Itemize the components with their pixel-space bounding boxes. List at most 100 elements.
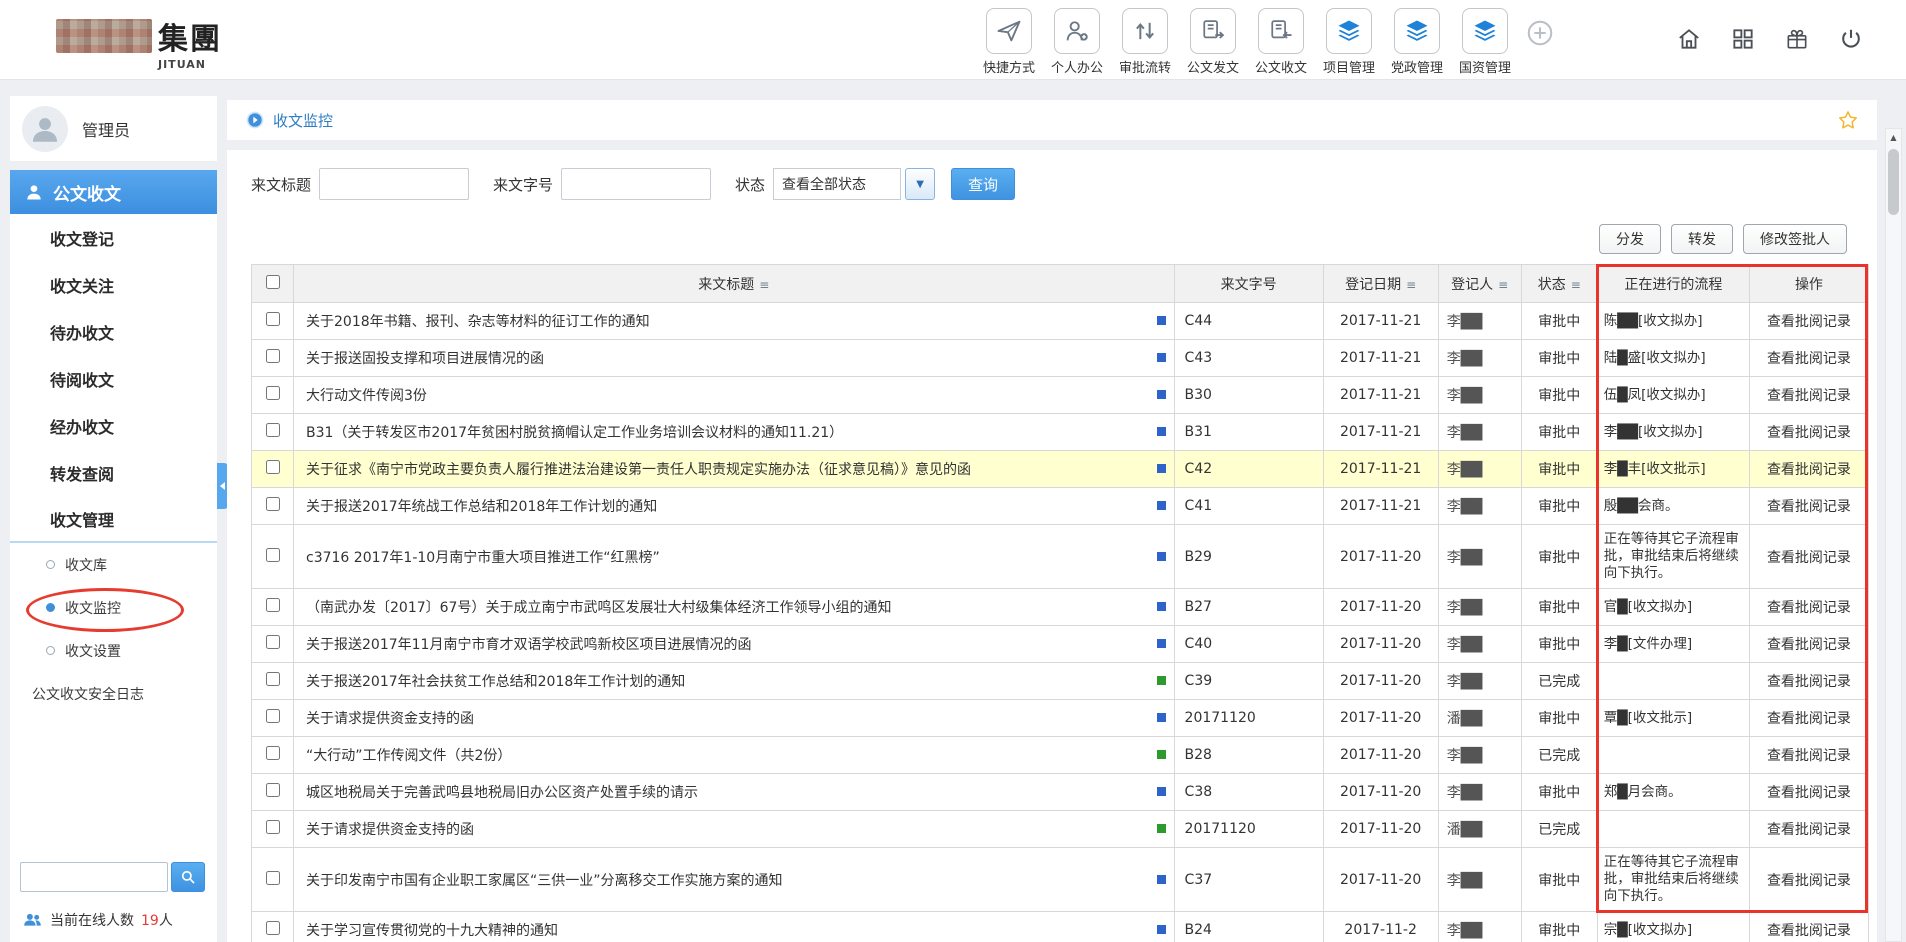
table-row[interactable]: 关于学习宣传贯彻党的十九大精神的通知 B24 2017-11-2 李██ 审批中… [252,912,1869,942]
title-filter-input[interactable] [319,168,469,200]
table-row[interactable]: “大行动”工作传阅文件（共2份） B28 2017-11-20 李██ 已完成 … [252,737,1869,774]
action-button-分发[interactable]: 分发 [1599,224,1661,254]
nav-item-个人办公[interactable]: 个人办公 [1043,8,1111,76]
row-checkbox[interactable] [266,871,280,885]
row-checkbox[interactable] [266,312,280,326]
row-checkbox[interactable] [266,548,280,562]
row-checkbox[interactable] [266,820,280,834]
view-records-link[interactable]: 查看批阅记录 [1767,499,1851,515]
row-checkbox[interactable] [266,423,280,437]
sidebar-subitem-收文监控[interactable]: 收文监控 [10,586,217,629]
row-checkbox[interactable] [266,921,280,935]
action-button-修改签批人[interactable]: 修改签批人 [1743,224,1847,254]
row-checkbox[interactable] [266,386,280,400]
gift-icon[interactable] [1784,26,1810,52]
plus-circle-icon[interactable] [1525,18,1555,52]
view-records-link[interactable]: 查看批阅记录 [1767,462,1851,478]
view-records-link[interactable]: 查看批阅记录 [1767,314,1851,330]
table-row[interactable]: 关于报送2017年统战工作总结和2018年工作计划的通知 C41 2017-11… [252,488,1869,525]
column-header-来文标题[interactable]: 来文标题≡ [294,265,1175,303]
power-icon[interactable] [1838,26,1864,52]
view-records-link[interactable]: 查看批阅记录 [1767,711,1851,727]
status-dot-icon [1157,750,1166,759]
sidebar-search-button[interactable] [171,862,205,892]
table-row[interactable]: 关于报送2017年社会扶贫工作总结和2018年工作计划的通知 C39 2017-… [252,663,1869,700]
table-row[interactable]: 关于报送2017年11月南宁市育才双语学校武鸣新校区项目进展情况的函 C40 2… [252,626,1869,663]
table-row[interactable]: B31（关于转发区市2017年贫困村脱贫摘帽认定工作业务培训会议材料的通知11.… [252,414,1869,451]
sidebar-subitem-label: 收文库 [65,555,107,575]
view-records-link[interactable]: 查看批阅记录 [1767,600,1851,616]
sidebar-item-收文登记[interactable]: 收文登记 [10,214,217,261]
table-row[interactable]: 城区地税局关于完善武鸣县地税局旧办公区资产处置手续的请示 C38 2017-11… [252,774,1869,811]
view-records-link[interactable]: 查看批阅记录 [1767,425,1851,441]
vertical-scrollbar[interactable]: ▲ [1885,128,1902,942]
table-row[interactable]: c3716 2017年1-10月南宁市重大项目推进工作“红黑榜” B29 201… [252,525,1869,589]
table-row[interactable]: 关于印发南宁市国有企业职工家属区“三供一业”分离移交工作实施方案的通知 C37 … [252,848,1869,912]
scrollbar-up-arrow[interactable]: ▲ [1886,129,1901,146]
registrant: 李██ [1438,774,1521,811]
sidebar-subitem-公文收文安全日志[interactable]: 公文收文安全日志 [10,672,217,715]
view-records-link[interactable]: 查看批阅记录 [1767,785,1851,801]
favorite-star-icon[interactable] [1837,109,1859,131]
sidebar-subitem-收文库[interactable]: 收文库 [10,543,217,586]
column-header-登记人[interactable]: 登记人≡ [1438,265,1521,303]
table-row[interactable]: 关于报送固投支撑和项目进展情况的函 C43 2017-11-21 李██ 审批中… [252,340,1869,377]
sidebar-item-收文管理[interactable]: 收文管理 [10,496,217,543]
home-icon[interactable] [1676,26,1702,52]
sidebar-item-收文关注[interactable]: 收文关注 [10,261,217,308]
nav-item-审批流转[interactable]: 审批流转 [1111,8,1179,76]
row-checkbox[interactable] [266,746,280,760]
view-records-link[interactable]: 查看批阅记录 [1767,674,1851,690]
row-checkbox[interactable] [266,497,280,511]
scrollbar-thumb[interactable] [1888,149,1899,215]
nav-item-公文收文[interactable]: 公文收文 [1247,8,1315,76]
status-select-dropdown-button[interactable]: ▼ [905,168,935,200]
nav-item-党政管理[interactable]: 党政管理 [1383,8,1451,76]
view-records-link[interactable]: 查看批阅记录 [1767,822,1851,838]
row-checkbox[interactable] [266,783,280,797]
nav-item-国资管理[interactable]: 国资管理 [1451,8,1519,76]
table-row[interactable]: 关于征求《南宁市党政主要负责人履行推进法治建设第一责任人职责规定实施办法（征求意… [252,451,1869,488]
nav-item-快捷方式[interactable]: 快捷方式 [975,8,1043,76]
status-select[interactable]: 查看全部状态 [773,168,901,200]
sidebar-item-经办收文[interactable]: 经办收文 [10,402,217,449]
registrant: 潘██ [1438,811,1521,848]
view-records-link[interactable]: 查看批阅记录 [1767,351,1851,367]
row-checkbox[interactable] [266,598,280,612]
action-button-转发[interactable]: 转发 [1671,224,1733,254]
doc-status: 审批中 [1521,848,1597,912]
view-records-link[interactable]: 查看批阅记录 [1767,637,1851,653]
nav-item-公文发文[interactable]: 公文发文 [1179,8,1247,76]
view-records-link[interactable]: 查看批阅记录 [1767,923,1851,939]
view-records-link[interactable]: 查看批阅记录 [1767,748,1851,764]
table-row[interactable]: 关于请求提供资金支持的函 20171120 2017-11-20 潘██ 审批中… [252,700,1869,737]
view-records-link[interactable]: 查看批阅记录 [1767,873,1851,889]
table-row[interactable]: （南武办发〔2017〕67号）关于成立南宁市武鸣区发展壮大村级集体经济工作领导小… [252,589,1869,626]
row-checkbox[interactable] [266,349,280,363]
sidebar-gap [10,162,217,170]
row-checkbox[interactable] [266,672,280,686]
row-checkbox[interactable] [266,635,280,649]
sidebar-search-input[interactable] [20,862,168,892]
table-row[interactable]: 关于请求提供资金支持的函 20171120 2017-11-20 潘██ 已完成… [252,811,1869,848]
table-wrap: 来文标题≡来文字号登记日期≡登记人≡状态≡正在进行的流程操作 关于2018年书籍… [251,264,1869,942]
sidebar-item-转发查阅[interactable]: 转发查阅 [10,449,217,496]
table-row[interactable]: 大行动文件传阅3份 B30 2017-11-21 李██ 审批中 伍█凤[收文拟… [252,377,1869,414]
view-records-link[interactable]: 查看批阅记录 [1767,550,1851,566]
apps-grid-icon[interactable] [1730,26,1756,52]
doc-number: C40 [1174,626,1323,663]
table-row[interactable]: 关于2018年书籍、报刊、杂志等材料的征订工作的通知 C44 2017-11-2… [252,303,1869,340]
number-filter-input[interactable] [561,168,711,200]
query-button[interactable]: 查询 [951,168,1015,200]
column-header-状态[interactable]: 状态≡ [1521,265,1597,303]
sidebar-section-gongwenshouwen[interactable]: 公文收文 [10,170,217,214]
nav-item-项目管理[interactable]: 项目管理 [1315,8,1383,76]
view-records-link[interactable]: 查看批阅记录 [1767,388,1851,404]
row-checkbox[interactable] [266,709,280,723]
column-header-登记日期[interactable]: 登记日期≡ [1323,265,1438,303]
sidebar-item-待办收文[interactable]: 待办收文 [10,308,217,355]
row-checkbox[interactable] [266,460,280,474]
select-all-checkbox[interactable] [266,275,280,289]
sidebar-subitem-收文设置[interactable]: 收文设置 [10,629,217,672]
sidebar-item-待阅收文[interactable]: 待阅收文 [10,355,217,402]
